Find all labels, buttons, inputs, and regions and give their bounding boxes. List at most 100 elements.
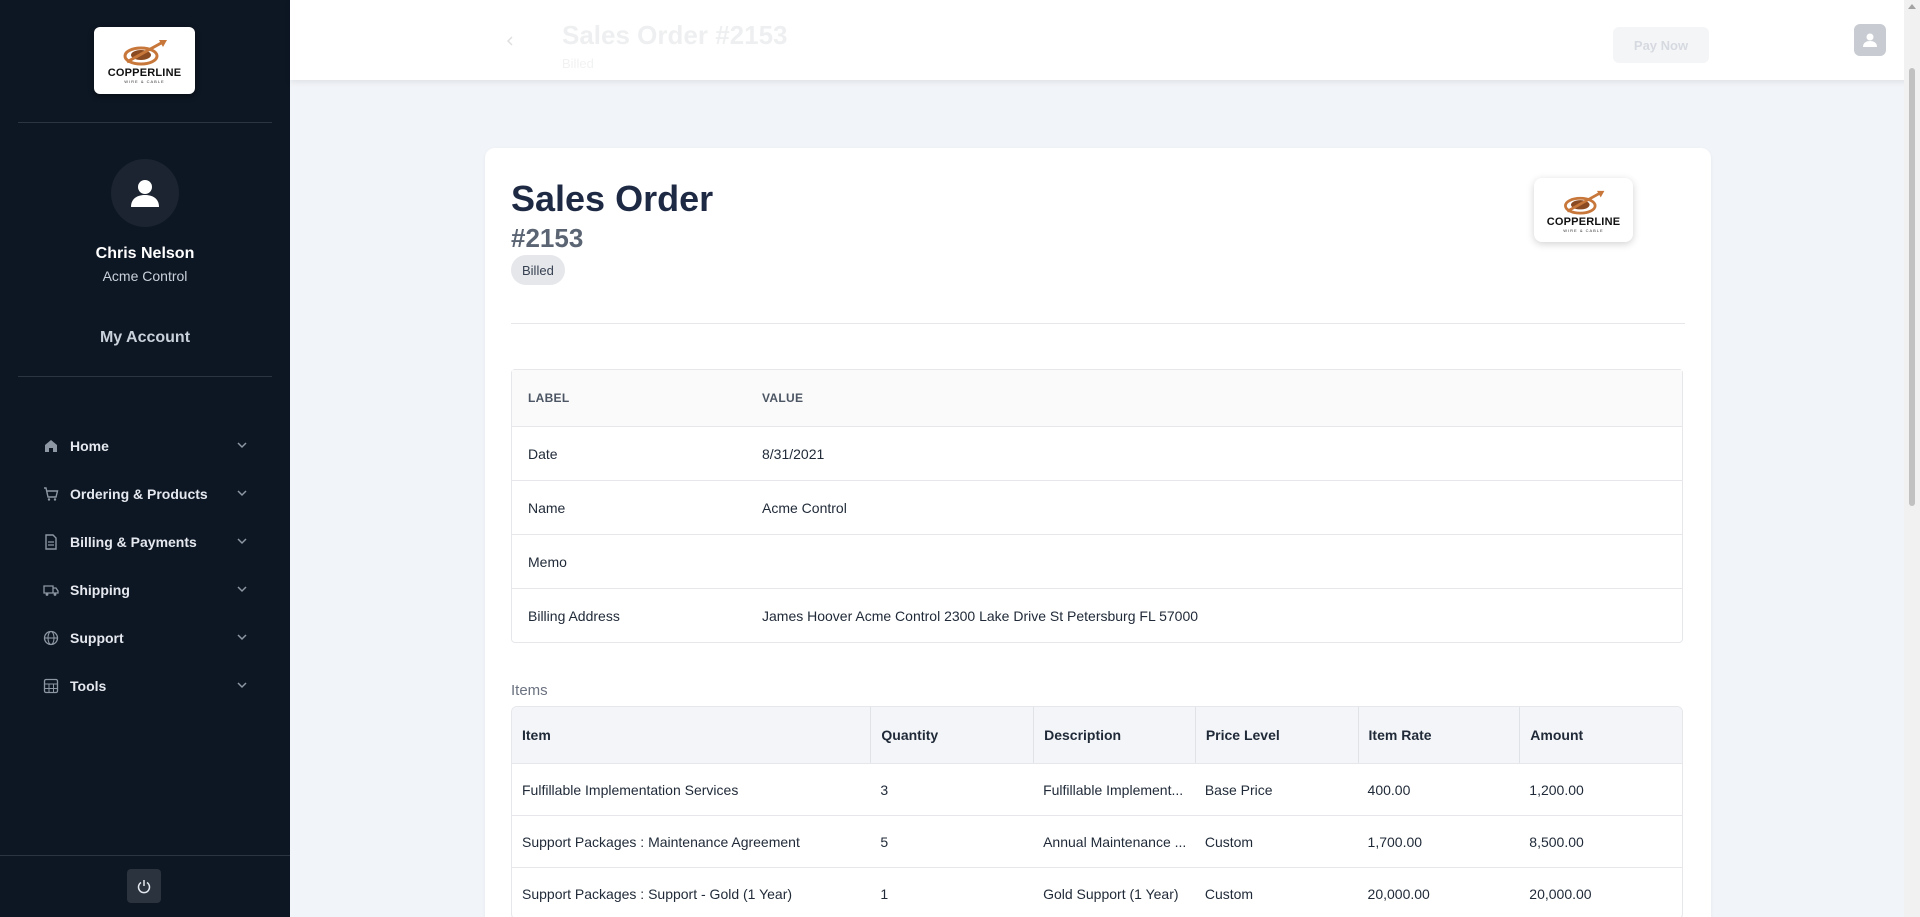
column-header-value: VALUE	[762, 391, 804, 405]
back-arrow-icon[interactable]	[505, 36, 515, 46]
table-row[interactable]: Fulfillable Implementation Services 3 Fu…	[512, 763, 1682, 815]
item-amount: 20,000.00	[1529, 885, 1592, 902]
sidebar-item-shipping[interactable]: Shipping	[0, 566, 290, 614]
item-name: Support Packages : Support - Gold (1 Yea…	[522, 885, 793, 902]
header-subtitle: Billed	[562, 56, 594, 71]
detail-label: Billing Address	[528, 607, 620, 624]
sidebar-item-label: Ordering & Products	[70, 486, 208, 502]
logo-text: COPPERLINE	[107, 67, 182, 79]
sidebar-item-label: Tools	[70, 678, 107, 694]
item-description: Gold Support (1 Year)	[1043, 885, 1179, 902]
items-table: Item Quantity Description Price Level It…	[511, 706, 1683, 917]
globe-icon	[42, 629, 60, 647]
chevron-down-icon	[237, 490, 247, 497]
page-title: Sales Order	[511, 178, 714, 219]
order-details-table: LABEL VALUE Date 8/31/2021 Name Acme Con…	[511, 369, 1683, 643]
column-header-amount[interactable]: Amount	[1519, 707, 1682, 763]
header-title: Sales Order #2153	[562, 20, 788, 50]
item-price-level: Custom	[1204, 885, 1254, 902]
logo-text: COPPERLINE	[1546, 215, 1621, 228]
status-badge: Billed	[511, 255, 565, 285]
table-row[interactable]: Support Packages : Support - Gold (1 Yea…	[512, 867, 1682, 917]
table-header-row: Item Quantity Description Price Level It…	[512, 707, 1682, 763]
company-logo: COPPERLINE WIRE & CABLE	[1534, 178, 1633, 242]
document-icon	[42, 533, 60, 551]
item-amount: 8,500.00	[1529, 833, 1584, 850]
person-icon	[131, 180, 159, 207]
top-header: Sales Order #2153 Billed Pay Now	[290, 0, 1920, 80]
home-icon	[42, 437, 60, 455]
item-price-level: Custom	[1204, 833, 1254, 850]
header-avatar[interactable]	[1854, 24, 1886, 56]
item-name: Fulfillable Implementation Services	[522, 781, 739, 798]
item-rate: 20,000.00	[1367, 885, 1430, 902]
scrollbar-thumb[interactable]	[1909, 68, 1915, 506]
table-row[interactable]: Support Packages : Maintenance Agreement…	[512, 815, 1682, 867]
detail-value: Acme Control	[762, 499, 847, 516]
item-price-level: Base Price	[1204, 781, 1273, 798]
chevron-down-icon	[237, 586, 247, 593]
user-company: Acme Control	[102, 268, 188, 284]
user-avatar[interactable]	[111, 159, 179, 227]
sidebar-item-label: Shipping	[70, 582, 130, 598]
item-description: Annual Maintenance ...	[1043, 833, 1187, 850]
item-amount: 1,200.00	[1529, 781, 1584, 798]
chevron-down-icon	[237, 442, 247, 449]
logout-button[interactable]	[127, 869, 161, 903]
logo-subtext: WIRE & CABLE	[124, 79, 165, 84]
item-quantity: 5	[880, 833, 889, 850]
sidebar-divider	[18, 376, 272, 377]
table-row: Name Acme Control	[512, 480, 1682, 534]
table-row: Billing Address James Hoover Acme Contro…	[512, 588, 1682, 642]
company-logo[interactable]: COPPERLINE WIRE & CABLE	[94, 27, 195, 94]
sidebar-item-support[interactable]: Support	[0, 614, 290, 662]
my-account-link[interactable]: My Account	[0, 329, 290, 347]
sidebar-item-home[interactable]: Home	[0, 422, 290, 470]
detail-value: James Hoover Acme Control 2300 Lake Driv…	[762, 607, 1199, 624]
sidebar-divider	[18, 122, 272, 123]
pay-now-button[interactable]: Pay Now	[1613, 27, 1709, 63]
user-name: Chris Nelson	[95, 245, 195, 262]
sidebar-item-label: Support	[70, 630, 124, 646]
truck-icon	[42, 581, 60, 599]
detail-label: Name	[528, 499, 566, 516]
sales-order-card: Sales Order #2153 Billed COPPERLINE WIRE…	[485, 148, 1711, 917]
detail-label: Date	[528, 445, 558, 462]
page-scrollbar[interactable]	[1904, 0, 1920, 917]
grid-icon	[42, 677, 60, 695]
power-icon	[137, 880, 151, 894]
column-header-item-rate[interactable]: Item Rate	[1357, 707, 1520, 763]
detail-value: 8/31/2021	[762, 445, 825, 462]
sidebar-item-label: Billing & Payments	[70, 534, 197, 550]
scroll-up-arrow-icon[interactable]	[1908, 4, 1916, 9]
column-header-label: LABEL	[528, 391, 570, 405]
column-header-price-level[interactable]: Price Level	[1194, 707, 1358, 763]
table-row: Date 8/31/2021	[512, 426, 1682, 480]
logo-subtext: WIRE & CABLE	[1563, 227, 1604, 233]
detail-label: Memo	[528, 553, 567, 570]
item-rate: 400.00	[1367, 781, 1411, 798]
column-header-quantity[interactable]: Quantity	[870, 707, 1033, 763]
item-quantity: 3	[880, 781, 889, 798]
sidebar-item-billing-payments[interactable]: Billing & Payments	[0, 518, 290, 566]
item-rate: 1,700.00	[1367, 833, 1423, 850]
person-icon	[1863, 33, 1877, 47]
chevron-down-icon	[237, 682, 247, 689]
column-header-item[interactable]: Item	[512, 707, 870, 763]
sidebar-item-ordering-products[interactable]: Ordering & Products	[0, 470, 290, 518]
logo-swoosh-icon	[123, 40, 167, 66]
sidebar-item-label: Home	[70, 438, 109, 454]
sidebar-divider	[0, 855, 290, 856]
cart-icon	[42, 485, 60, 503]
table-row: Memo	[512, 534, 1682, 588]
divider	[511, 323, 1685, 324]
sidebar: COPPERLINE WIRE & CABLE Chris Nelson Acm…	[0, 0, 290, 917]
item-quantity: 1	[880, 885, 889, 902]
item-description: Fulfillable Implement...	[1043, 781, 1184, 798]
items-section-label: Items	[511, 682, 548, 699]
order-number: #2153	[511, 223, 584, 253]
column-header-description[interactable]: Description	[1033, 707, 1195, 763]
sidebar-item-tools[interactable]: Tools	[0, 662, 290, 710]
chevron-down-icon	[237, 538, 247, 545]
sidebar-nav: Home Ordering & Products Billing & Payme…	[0, 422, 290, 710]
